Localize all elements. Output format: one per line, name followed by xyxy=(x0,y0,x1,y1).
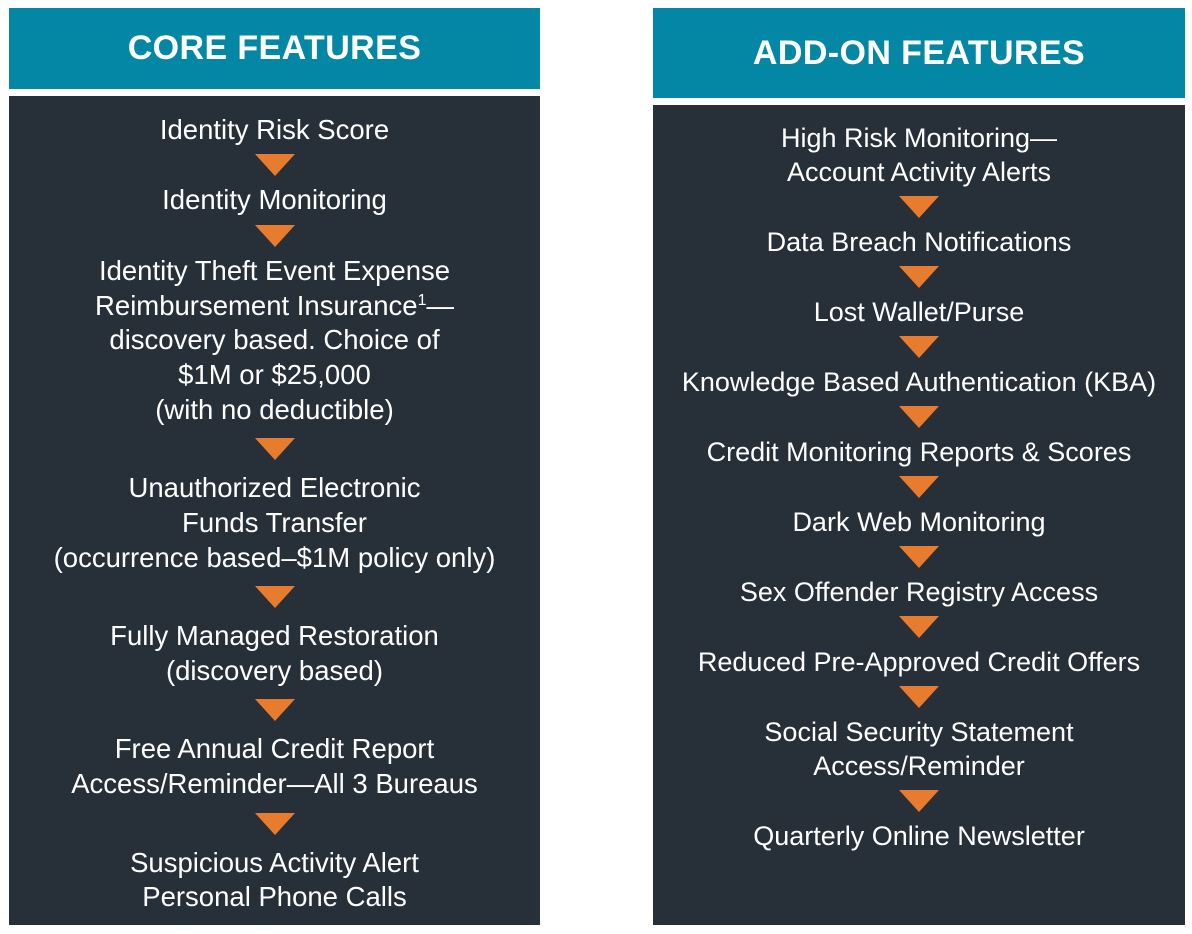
feature-item: Dark Web Monitoring xyxy=(792,507,1046,538)
down-arrow-icon xyxy=(254,225,295,248)
feature-comparison-board: CORE FEATURES Identity Risk Score Identit… xyxy=(0,0,1192,934)
feature-item: Credit Monitoring Reports & Scores xyxy=(706,437,1132,468)
feature-item: Free Annual Credit Report Access/Reminde… xyxy=(71,733,478,800)
down-arrow-icon xyxy=(899,686,939,709)
feature-item: Unauthorized Electronic Funds Transfer (… xyxy=(53,472,496,573)
column-core-features: CORE FEATURES Identity Risk Score Identit… xyxy=(9,8,540,925)
feature-item: Suspicious Activity Alert Personal Phone… xyxy=(130,846,419,913)
down-arrow-icon xyxy=(899,406,939,429)
feature-item: Identity Monitoring xyxy=(162,184,387,216)
feature-item: Sex Offender Registry Access xyxy=(739,577,1099,608)
down-arrow-icon xyxy=(254,586,295,609)
add-on-features-list: High Risk Monitoring— Account Activity A… xyxy=(653,105,1185,925)
down-arrow-icon xyxy=(899,266,939,289)
feature-item: Fully Managed Restoration (discovery bas… xyxy=(110,620,439,686)
feature-item: Identity Risk Score xyxy=(159,113,390,145)
footnote-marker: 1 xyxy=(417,291,427,309)
down-arrow-icon xyxy=(254,699,295,722)
feature-item: Lost Wallet/Purse xyxy=(813,297,1025,328)
down-arrow-icon xyxy=(254,438,295,461)
feature-item: Data Breach Notifications xyxy=(766,227,1072,258)
down-arrow-icon xyxy=(899,616,939,639)
feature-item: Social Security Statement Access/Reminde… xyxy=(764,717,1074,782)
down-arrow-icon xyxy=(254,812,295,835)
column-add-on-features: ADD-ON FEATURES High Risk Monitoring— Ac… xyxy=(653,8,1185,925)
feature-item: High Risk Monitoring— Account Activity A… xyxy=(780,123,1058,188)
feature-item: Identity Theft Event Expense Reimburseme… xyxy=(95,255,454,425)
feature-item: Quarterly Online Newsletter xyxy=(753,821,1085,852)
down-arrow-icon xyxy=(899,336,939,359)
feature-item: Reduced Pre-Approved Credit Offers xyxy=(697,647,1141,678)
down-arrow-icon xyxy=(899,196,939,219)
core-features-header: CORE FEATURES xyxy=(9,8,540,89)
down-arrow-icon xyxy=(899,546,939,569)
down-arrow-icon xyxy=(899,790,939,813)
feature-item: Knowledge Based Authentication (KBA) xyxy=(681,367,1157,398)
core-features-list: Identity Risk Score Identity Monitoring Id… xyxy=(9,95,540,925)
down-arrow-icon xyxy=(254,154,295,177)
add-on-features-header: ADD-ON FEATURES xyxy=(653,8,1185,98)
down-arrow-icon xyxy=(899,476,939,499)
